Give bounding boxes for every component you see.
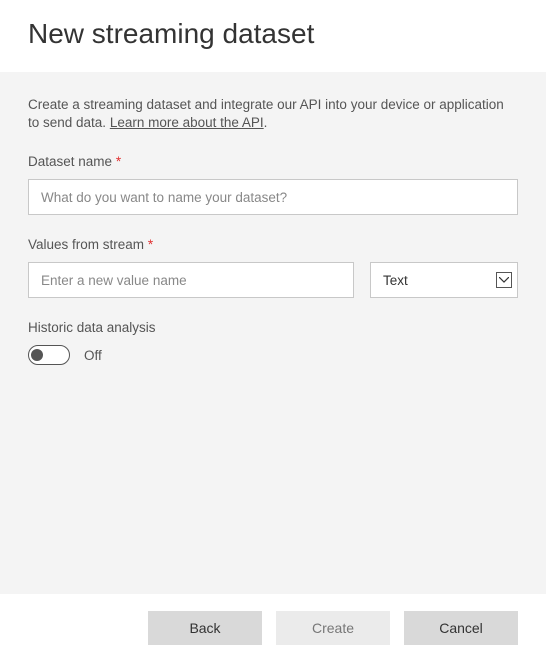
chevron-down-icon <box>496 272 512 288</box>
back-button[interactable]: Back <box>148 611 262 645</box>
learn-more-link[interactable]: Learn more about the API <box>110 115 264 130</box>
dataset-name-label: Dataset name * <box>28 154 518 169</box>
values-from-stream-group: Values from stream * Text <box>28 237 518 298</box>
required-marker: * <box>148 237 153 252</box>
dataset-name-input[interactable] <box>28 179 518 215</box>
cancel-button[interactable]: Cancel <box>404 611 518 645</box>
dataset-name-label-text: Dataset name <box>28 154 112 169</box>
toggle-knob-icon <box>31 349 43 361</box>
historic-toggle-row: Off <box>28 345 518 365</box>
dialog-body: Create a streaming dataset and integrate… <box>0 72 546 594</box>
values-from-stream-label: Values from stream * <box>28 237 518 252</box>
dialog-footer: Back Create Cancel <box>0 594 546 661</box>
dialog-header: New streaming dataset <box>0 0 546 72</box>
value-name-input[interactable] <box>28 262 354 298</box>
dataset-name-group: Dataset name * <box>28 154 518 215</box>
historic-label: Historic data analysis <box>28 320 518 335</box>
historic-group: Historic data analysis Off <box>28 320 518 365</box>
intro-text: Create a streaming dataset and integrate… <box>28 96 518 132</box>
required-marker: * <box>116 154 121 169</box>
historic-toggle[interactable] <box>28 345 70 365</box>
value-type-select[interactable]: Text <box>370 262 518 298</box>
page-title: New streaming dataset <box>28 18 518 50</box>
intro-after: . <box>264 115 268 130</box>
values-from-stream-label-text: Values from stream <box>28 237 144 252</box>
historic-state-label: Off <box>84 348 102 363</box>
create-button[interactable]: Create <box>276 611 390 645</box>
value-row: Text <box>28 262 518 298</box>
